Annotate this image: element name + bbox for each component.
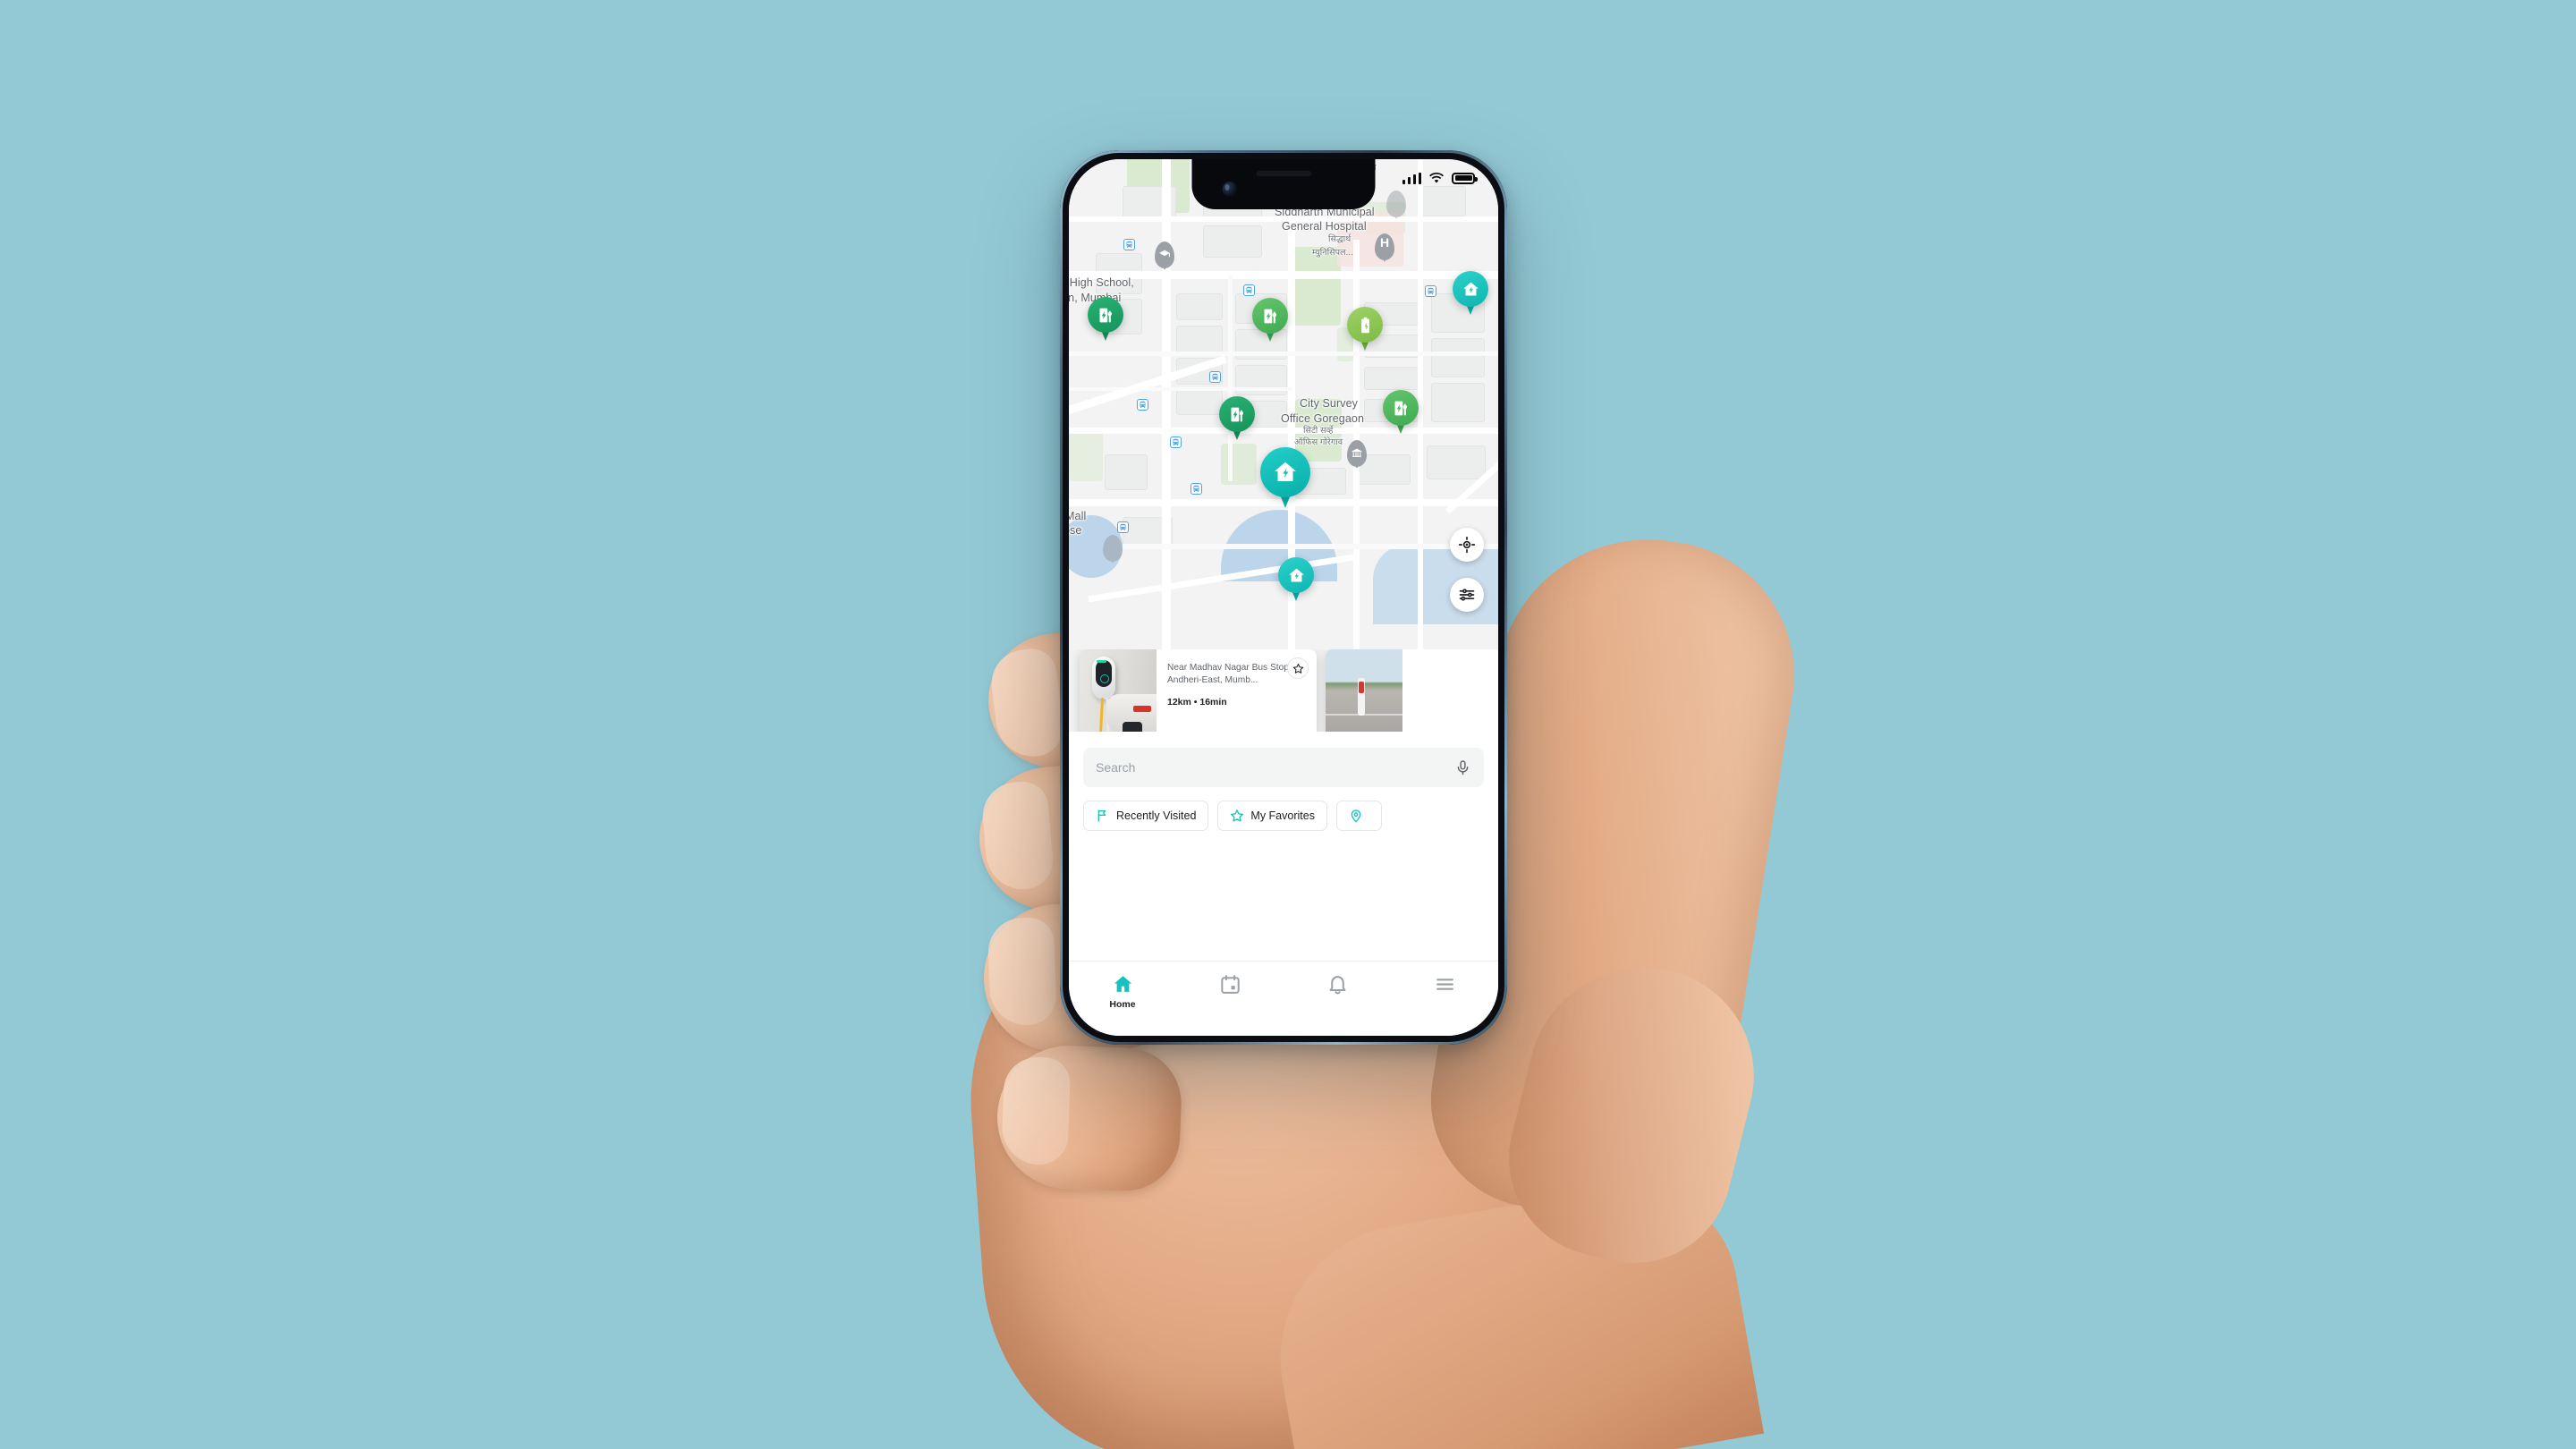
chip-label: Recently Visited bbox=[1116, 809, 1197, 822]
place-photo bbox=[1326, 649, 1402, 739]
place-address: Near Madhav Nagar Bus Stop, Andheri-East… bbox=[1167, 663, 1292, 686]
place-poi-icon bbox=[1103, 535, 1123, 562]
hospital-poi-icon: H bbox=[1375, 233, 1394, 260]
government-office-poi-icon bbox=[1347, 440, 1367, 467]
phone-notch bbox=[1191, 159, 1376, 209]
wifi-icon bbox=[1429, 172, 1444, 183]
bottom-tab-bar[interactable]: Home bbox=[1069, 961, 1498, 1036]
front-camera bbox=[1222, 182, 1238, 197]
tab-label: Home bbox=[1109, 999, 1136, 1010]
calendar-icon bbox=[1220, 975, 1240, 994]
phone-screen[interactable]: H Siddharth Municipal General Hospital स… bbox=[1069, 159, 1498, 1036]
charging-pin-station[interactable] bbox=[1079, 293, 1132, 349]
star-outline-icon bbox=[1231, 809, 1244, 822]
place-photo bbox=[1080, 649, 1157, 739]
bottom-sheet: Search Recently Visited My Favorites Hom… bbox=[1069, 732, 1498, 1036]
tab-calendar[interactable] bbox=[1176, 973, 1284, 999]
location-pin-icon bbox=[1351, 809, 1361, 823]
place-distance-duration: 12km • 16min bbox=[1167, 696, 1227, 708]
home-icon bbox=[1114, 976, 1131, 992]
recenter-button[interactable] bbox=[1450, 528, 1484, 562]
map-filter-button[interactable] bbox=[1450, 578, 1484, 612]
bus-stop-icon bbox=[1209, 371, 1221, 383]
tab-home[interactable]: Home bbox=[1069, 973, 1176, 1010]
flag-icon bbox=[1097, 809, 1106, 822]
bus-stop-icon bbox=[1425, 285, 1436, 297]
chip-recently-visited[interactable]: Recently Visited bbox=[1083, 801, 1209, 831]
bus-stop-icon bbox=[1123, 239, 1135, 250]
charging-pin-station[interactable] bbox=[1243, 294, 1297, 350]
status-bar bbox=[1402, 172, 1478, 184]
charging-pin-home[interactable] bbox=[1248, 442, 1323, 519]
bus-stop-icon bbox=[1170, 436, 1182, 448]
search-placeholder: Search bbox=[1096, 760, 1136, 775]
place-card[interactable]: Near Madhav Nagar Bus Stop, Andheri-East… bbox=[1080, 649, 1317, 739]
place-card[interactable] bbox=[1326, 649, 1498, 739]
school-poi-icon bbox=[1155, 242, 1174, 268]
bus-stop-icon bbox=[1117, 521, 1129, 533]
charging-pin-station[interactable] bbox=[1210, 393, 1264, 448]
bus-stop-icon bbox=[1191, 483, 1202, 495]
tab-notifications[interactable] bbox=[1284, 973, 1391, 999]
hospital-marker-letter: H bbox=[1379, 235, 1390, 250]
finger-pinky bbox=[995, 1043, 1183, 1193]
scene: H Siddharth Municipal General Hospital स… bbox=[0, 0, 2576, 1449]
bus-stop-icon bbox=[1243, 284, 1255, 296]
place-poi-icon bbox=[1386, 191, 1406, 217]
phone-device: H Siddharth Municipal General Hospital स… bbox=[1060, 150, 1507, 1045]
earpiece-speaker bbox=[1256, 171, 1311, 176]
menu-icon bbox=[1436, 979, 1453, 990]
chip-my-favorites[interactable]: My Favorites bbox=[1217, 801, 1327, 831]
charging-pin-station[interactable] bbox=[1374, 386, 1428, 442]
battery-full-icon bbox=[1452, 172, 1478, 184]
charging-pin-battery[interactable] bbox=[1338, 303, 1392, 359]
bus-stop-icon bbox=[1137, 399, 1148, 411]
star-outline-icon bbox=[1292, 663, 1303, 674]
chip-nearby[interactable] bbox=[1335, 801, 1382, 831]
tab-menu[interactable] bbox=[1391, 973, 1498, 999]
chip-label: My Favorites bbox=[1250, 809, 1315, 822]
charging-pin-home[interactable] bbox=[1269, 554, 1323, 609]
signal-bars-icon bbox=[1402, 172, 1421, 184]
microphone-icon[interactable] bbox=[1454, 759, 1471, 776]
favorite-button[interactable] bbox=[1287, 657, 1309, 679]
quick-filter-chips[interactable]: Recently Visited My Favorites bbox=[1083, 801, 1498, 833]
map-canvas[interactable]: H Siddharth Municipal General Hospital स… bbox=[1069, 159, 1498, 750]
bell-icon bbox=[1329, 976, 1345, 995]
search-input[interactable]: Search bbox=[1083, 748, 1484, 787]
charging-pin-home[interactable] bbox=[1444, 267, 1497, 323]
